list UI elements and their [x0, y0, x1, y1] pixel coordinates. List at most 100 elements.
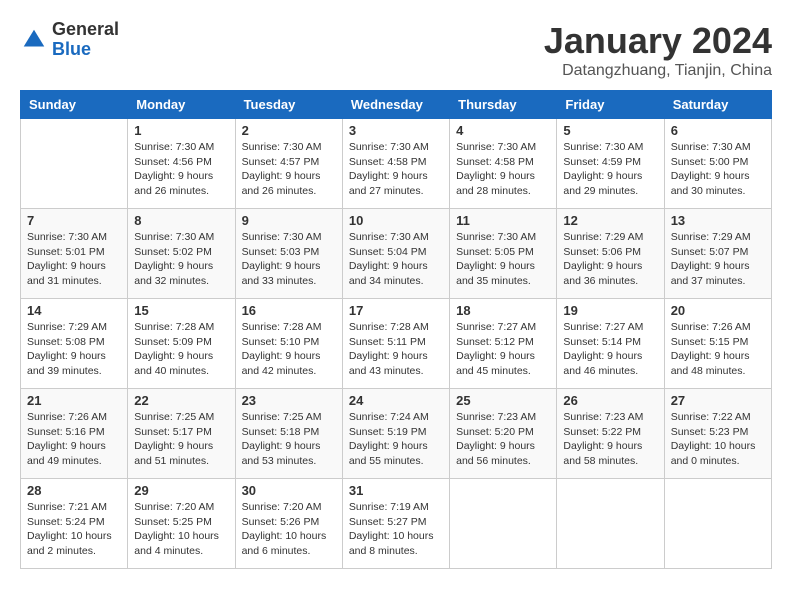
day-number: 29 — [134, 483, 228, 498]
day-info: Sunrise: 7:29 AMSunset: 5:06 PMDaylight:… — [563, 230, 657, 289]
day-info: Sunrise: 7:19 AMSunset: 5:27 PMDaylight:… — [349, 500, 443, 559]
day-number: 15 — [134, 303, 228, 318]
day-number: 8 — [134, 213, 228, 228]
day-info: Sunrise: 7:30 AMSunset: 4:58 PMDaylight:… — [349, 140, 443, 199]
day-info: Sunrise: 7:27 AMSunset: 5:12 PMDaylight:… — [456, 320, 550, 379]
day-number: 27 — [671, 393, 765, 408]
day-number: 17 — [349, 303, 443, 318]
weekday-header-row: SundayMondayTuesdayWednesdayThursdayFrid… — [21, 91, 772, 119]
calendar-cell: 9Sunrise: 7:30 AMSunset: 5:03 PMDaylight… — [235, 209, 342, 299]
day-info: Sunrise: 7:30 AMSunset: 5:04 PMDaylight:… — [349, 230, 443, 289]
calendar-cell — [557, 479, 664, 569]
day-info: Sunrise: 7:26 AMSunset: 5:16 PMDaylight:… — [27, 410, 121, 469]
day-info: Sunrise: 7:29 AMSunset: 5:08 PMDaylight:… — [27, 320, 121, 379]
calendar-cell: 8 Sunrise: 7:30 AMSunset: 5:02 PMDaylight… — [128, 209, 235, 299]
day-info: Sunrise: 7:30 AMSunset: 4:59 PMDaylight:… — [563, 140, 657, 199]
logo-text: General Blue — [52, 20, 119, 60]
calendar-cell: 30Sunrise: 7:20 AMSunset: 5:26 PMDayligh… — [235, 479, 342, 569]
header: General Blue January 2024 Datangzhuang, … — [20, 20, 772, 80]
calendar-cell: 31 Sunrise: 7:19 AMSunset: 5:27 PMDayligh… — [342, 479, 449, 569]
calendar-cell: 1 Sunrise: 7:30 AMSunset: 4:56 PMDaylight… — [128, 119, 235, 209]
calendar-table: SundayMondayTuesdayWednesdayThursdayFrid… — [20, 90, 772, 569]
day-info: Sunrise: 7:21 AMSunset: 5:24 PMDaylight:… — [27, 500, 121, 559]
calendar-cell: 17 Sunrise: 7:28 AMSunset: 5:11 PMDayligh… — [342, 299, 449, 389]
calendar-cell: 22 Sunrise: 7:25 AMSunset: 5:17 PMDayligh… — [128, 389, 235, 479]
calendar-cell: 24 Sunrise: 7:24 AMSunset: 5:19 PMDayligh… — [342, 389, 449, 479]
calendar-cell: 23 Sunrise: 7:25 AMSunset: 5:18 PMDayligh… — [235, 389, 342, 479]
day-info: Sunrise: 7:30 AMSunset: 5:02 PMDaylight:… — [134, 230, 228, 289]
calendar-cell: 14Sunrise: 7:29 AMSunset: 5:08 PMDayligh… — [21, 299, 128, 389]
day-info: Sunrise: 7:30 AMSunset: 4:57 PMDaylight:… — [242, 140, 336, 199]
day-info: Sunrise: 7:30 AMSunset: 5:00 PMDaylight:… — [671, 140, 765, 199]
day-number: 2 — [242, 123, 336, 138]
calendar-cell: 18 Sunrise: 7:27 AMSunset: 5:12 PMDayligh… — [450, 299, 557, 389]
weekday-header-tuesday: Tuesday — [235, 91, 342, 119]
calendar-cell: 11 Sunrise: 7:30 AMSunset: 5:05 PMDayligh… — [450, 209, 557, 299]
calendar-cell: 27 Sunrise: 7:22 AMSunset: 5:23 PMDayligh… — [664, 389, 771, 479]
day-info: Sunrise: 7:30 AMSunset: 5:01 PMDaylight:… — [27, 230, 121, 289]
day-number: 18 — [456, 303, 550, 318]
day-info: Sunrise: 7:29 AMSunset: 5:07 PMDaylight:… — [671, 230, 765, 289]
week-row-2: 7 Sunrise: 7:30 AMSunset: 5:01 PMDaylight… — [21, 209, 772, 299]
day-number: 5 — [563, 123, 657, 138]
day-number: 3 — [349, 123, 443, 138]
day-number: 12 — [563, 213, 657, 228]
week-row-1: 1 Sunrise: 7:30 AMSunset: 4:56 PMDaylight… — [21, 119, 772, 209]
calendar-cell — [664, 479, 771, 569]
logo-general-text: General — [52, 20, 119, 40]
location-title: Datangzhuang, Tianjin, China — [544, 62, 772, 80]
day-number: 4 — [456, 123, 550, 138]
calendar-cell: 19Sunrise: 7:27 AMSunset: 5:14 PMDayligh… — [557, 299, 664, 389]
calendar-cell: 28 Sunrise: 7:21 AMSunset: 5:24 PMDayligh… — [21, 479, 128, 569]
calendar-cell: 3 Sunrise: 7:30 AMSunset: 4:58 PMDaylight… — [342, 119, 449, 209]
day-info: Sunrise: 7:25 AMSunset: 5:17 PMDaylight:… — [134, 410, 228, 469]
week-row-5: 28 Sunrise: 7:21 AMSunset: 5:24 PMDayligh… — [21, 479, 772, 569]
weekday-header-sunday: Sunday — [21, 91, 128, 119]
day-number: 10 — [349, 213, 443, 228]
calendar-cell: 29 Sunrise: 7:20 AMSunset: 5:25 PMDayligh… — [128, 479, 235, 569]
day-number: 16 — [242, 303, 336, 318]
day-number: 6 — [671, 123, 765, 138]
day-info: Sunrise: 7:23 AMSunset: 5:22 PMDaylight:… — [563, 410, 657, 469]
day-info: Sunrise: 7:22 AMSunset: 5:23 PMDaylight:… — [671, 410, 765, 469]
day-number: 7 — [27, 213, 121, 228]
calendar-cell: 20Sunrise: 7:26 AMSunset: 5:15 PMDayligh… — [664, 299, 771, 389]
day-number: 1 — [134, 123, 228, 138]
calendar-cell: 2 Sunrise: 7:30 AMSunset: 4:57 PMDaylight… — [235, 119, 342, 209]
calendar-cell: 21 Sunrise: 7:26 AMSunset: 5:16 PMDayligh… — [21, 389, 128, 479]
day-info: Sunrise: 7:28 AMSunset: 5:10 PMDaylight:… — [242, 320, 336, 379]
day-info: Sunrise: 7:25 AMSunset: 5:18 PMDaylight:… — [242, 410, 336, 469]
week-row-3: 14Sunrise: 7:29 AMSunset: 5:08 PMDayligh… — [21, 299, 772, 389]
day-number: 22 — [134, 393, 228, 408]
day-number: 20 — [671, 303, 765, 318]
month-title: January 2024 — [544, 20, 772, 62]
day-number: 28 — [27, 483, 121, 498]
calendar-cell: 26Sunrise: 7:23 AMSunset: 5:22 PMDayligh… — [557, 389, 664, 479]
day-number: 24 — [349, 393, 443, 408]
day-info: Sunrise: 7:20 AMSunset: 5:25 PMDaylight:… — [134, 500, 228, 559]
calendar-cell: 7 Sunrise: 7:30 AMSunset: 5:01 PMDaylight… — [21, 209, 128, 299]
day-number: 11 — [456, 213, 550, 228]
day-info: Sunrise: 7:24 AMSunset: 5:19 PMDaylight:… — [349, 410, 443, 469]
weekday-header-friday: Friday — [557, 91, 664, 119]
calendar-cell: 25 Sunrise: 7:23 AMSunset: 5:20 PMDayligh… — [450, 389, 557, 479]
calendar-cell: 13Sunrise: 7:29 AMSunset: 5:07 PMDayligh… — [664, 209, 771, 299]
day-number: 19 — [563, 303, 657, 318]
day-number: 23 — [242, 393, 336, 408]
calendar-cell: 15Sunrise: 7:28 AMSunset: 5:09 PMDayligh… — [128, 299, 235, 389]
weekday-header-saturday: Saturday — [664, 91, 771, 119]
day-number: 21 — [27, 393, 121, 408]
calendar-cell: 6 Sunrise: 7:30 AMSunset: 5:00 PMDaylight… — [664, 119, 771, 209]
weekday-header-thursday: Thursday — [450, 91, 557, 119]
day-info: Sunrise: 7:23 AMSunset: 5:20 PMDaylight:… — [456, 410, 550, 469]
day-number: 25 — [456, 393, 550, 408]
calendar-cell: 10 Sunrise: 7:30 AMSunset: 5:04 PMDayligh… — [342, 209, 449, 299]
day-info: Sunrise: 7:28 AMSunset: 5:11 PMDaylight:… — [349, 320, 443, 379]
calendar-cell: 16 Sunrise: 7:28 AMSunset: 5:10 PMDayligh… — [235, 299, 342, 389]
day-info: Sunrise: 7:30 AMSunset: 5:05 PMDaylight:… — [456, 230, 550, 289]
day-info: Sunrise: 7:20 AMSunset: 5:26 PMDaylight:… — [242, 500, 336, 559]
weekday-header-monday: Monday — [128, 91, 235, 119]
day-info: Sunrise: 7:30 AMSunset: 4:56 PMDaylight:… — [134, 140, 228, 199]
calendar-cell: 4Sunrise: 7:30 AMSunset: 4:58 PMDaylight… — [450, 119, 557, 209]
day-number: 31 — [349, 483, 443, 498]
